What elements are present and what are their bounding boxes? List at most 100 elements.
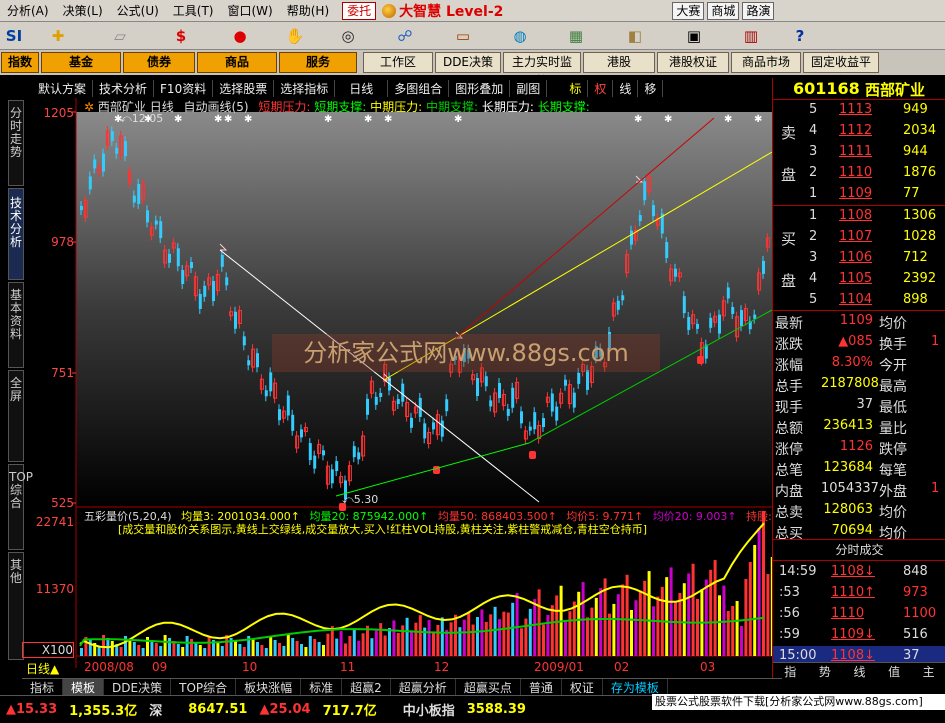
bottom-tab-3[interactable]: TOP综合 <box>171 678 237 696</box>
tab-select-stock[interactable]: 选择股票 <box>213 79 275 97</box>
sell-order-row[interactable]: 3 1111 944 <box>773 142 945 163</box>
globe-icon[interactable]: ◍ <box>492 27 548 45</box>
dollar-icon[interactable]: $ <box>152 27 210 45</box>
si-icon[interactable]: SI <box>0 27 28 45</box>
traffic-light-icon[interactable]: ● <box>210 27 270 45</box>
chart-area[interactable]: ✱ ✱ ✱ ✱ ✱ ✱ ✱ ✱ ✱ ✱ ✱ ✱ ✱ ✱ <box>24 98 772 680</box>
stat-row[interactable]: 总额 236413 量比 <box>773 416 945 437</box>
crosshair-icon[interactable]: ✚ <box>28 27 88 45</box>
sell-order-row[interactable]: 2 1110 1876 <box>773 163 945 184</box>
bottom-tab-5[interactable]: 标准 <box>301 678 343 696</box>
tab-overlay[interactable]: 图形叠加 <box>449 79 511 97</box>
menu-decision[interactable]: 决策(L) <box>56 0 110 22</box>
bond-button[interactable]: 债券 <box>123 52 195 73</box>
tab-technical[interactable]: 技术分析 <box>93 79 155 97</box>
tab-f10[interactable]: F10资料 <box>154 79 214 97</box>
stat-row[interactable]: 内盘 1054337 外盘 1 <box>773 479 945 500</box>
bottom-tab-10[interactable]: 权证 <box>562 678 603 696</box>
chart-settings-icon[interactable]: ✲ <box>84 100 94 114</box>
tab-daily[interactable]: 日线 <box>335 79 389 97</box>
sell-order-row[interactable]: 5 1113 949 <box>773 100 945 121</box>
vtab-fullscreen[interactable]: 全屏 <box>8 370 24 462</box>
tab-subchart[interactable]: 副图 <box>510 79 548 97</box>
menu-tools[interactable]: 工具(T) <box>166 0 221 22</box>
network-icon[interactable]: ☍ <box>376 27 434 45</box>
bottom-tab-6[interactable]: 超赢2 <box>342 678 391 696</box>
service-button[interactable]: 服务 <box>279 52 357 73</box>
tick-row[interactable]: :53 1110↑ 973 <box>773 583 945 604</box>
car-icon[interactable]: ▭ <box>434 27 492 45</box>
panel-icon-value[interactable]: 值 <box>888 663 900 679</box>
tab-line-icon[interactable]: 线 <box>613 79 639 97</box>
tick-title[interactable]: 分时成交 <box>773 539 945 561</box>
help-icon[interactable]: ? <box>780 27 820 45</box>
tick-row[interactable]: 14:59 1108↓ 848 <box>773 562 945 583</box>
binoculars-icon[interactable]: ◎ <box>320 27 376 45</box>
buy-order-row[interactable]: 3 1106 712 <box>773 248 945 269</box>
tab-multi-chart[interactable]: 多图组合 <box>388 79 450 97</box>
cube-icon[interactable]: ◧ <box>604 27 666 45</box>
tab-mark-icon[interactable]: 标 <box>563 79 589 97</box>
hk-stock-button[interactable]: 港股 <box>583 52 655 73</box>
tick-row[interactable]: :56 1110 1100 <box>773 604 945 625</box>
window-icon[interactable]: ▣ <box>666 27 722 45</box>
ad-banner[interactable]: 股票公式股票软件下载[分析家公式网www.88gs.com] <box>652 694 945 710</box>
tick-row[interactable]: :59 1109↓ 516 <box>773 625 945 646</box>
stat-row[interactable]: 涨幅 8.30% 今开 <box>773 353 945 374</box>
fund-button[interactable]: 基金 <box>41 52 121 73</box>
bottom-tab-11[interactable]: 存为模板 <box>603 678 668 696</box>
stat-row[interactable]: 涨停 1126 跌停 <box>773 437 945 458</box>
stat-row[interactable]: 总手 2187808 最高 <box>773 374 945 395</box>
bottom-tab-1[interactable]: 模板 <box>63 678 105 696</box>
panel-icon-trend[interactable]: 势 <box>819 663 831 679</box>
bottom-tab-8[interactable]: 超赢买点 <box>456 678 521 696</box>
vtab-technical[interactable]: 技术分析 <box>8 188 24 280</box>
tab-rights-icon[interactable]: 权 <box>588 79 614 97</box>
menu-window[interactable]: 窗口(W) <box>221 0 280 22</box>
ruler-icon[interactable]: ▱ <box>88 27 152 45</box>
tab-move-icon[interactable]: 移 <box>638 79 664 97</box>
stat-row[interactable]: 涨跌 ▲085 换手 1 <box>773 332 945 353</box>
panel-icon-main[interactable]: 主 <box>923 663 935 679</box>
panel-icon-line[interactable]: 线 <box>853 663 865 679</box>
indicator-name[interactable]: 自动画线(5) <box>184 100 249 114</box>
index-button[interactable]: 指数 <box>1 52 39 73</box>
hk-warrant-button[interactable]: 港股权证 <box>657 52 729 73</box>
weituo-button[interactable]: 委托 <box>342 1 377 20</box>
mall-button[interactable]: 商城 <box>707 1 740 20</box>
sell-order-row[interactable]: 1 1109 77 <box>773 184 945 205</box>
contest-button[interactable]: 大赛 <box>672 1 705 20</box>
buy-order-row[interactable]: 1 1108 1306 <box>773 206 945 227</box>
menu-formula[interactable]: 公式(U) <box>110 0 166 22</box>
handshake-icon[interactable]: ✋ <box>270 27 320 45</box>
dde-button[interactable]: DDE决策 <box>435 52 501 73</box>
tab-select-indicator[interactable]: 选择指标 <box>274 79 336 97</box>
books-icon[interactable]: ▥ <box>722 27 780 45</box>
bottom-tab-7[interactable]: 超赢分析 <box>391 678 456 696</box>
menu-analysis[interactable]: 分析(A) <box>0 0 56 22</box>
main-monitor-button[interactable]: 主力实时监控 <box>503 52 581 88</box>
workspace-button[interactable]: 工作区 <box>363 52 433 73</box>
bottom-tab-2[interactable]: DDE决策 <box>104 678 172 696</box>
sell-order-row[interactable]: 4 1112 2034 <box>773 121 945 142</box>
buy-order-row[interactable]: 2 1107 1028 <box>773 227 945 248</box>
period-indicator[interactable]: 日线▲ <box>26 660 59 677</box>
panel-icon-index[interactable]: 指 <box>784 663 796 679</box>
buy-order-row[interactable]: 4 1105 2392 <box>773 269 945 290</box>
fixed-income-button[interactable]: 固定收益平台 <box>803 52 879 88</box>
grid-icon[interactable]: ▦ <box>548 27 604 45</box>
bottom-tab-4[interactable]: 板块涨幅 <box>236 678 302 696</box>
commodity-market-button[interactable]: 商品市场 <box>731 52 801 73</box>
stat-row[interactable]: 现手 37 最低 <box>773 395 945 416</box>
tab-default-scheme[interactable]: 默认方案 <box>24 79 94 97</box>
commodity-button[interactable]: 商品 <box>197 52 277 73</box>
bottom-tab-9[interactable]: 普通 <box>521 678 562 696</box>
stat-row[interactable]: 总笔 123684 每笔 <box>773 458 945 479</box>
stat-row[interactable]: 最新 1109 均价 <box>773 311 945 332</box>
bottom-tab-0[interactable]: 指标 <box>22 678 64 696</box>
stat-row[interactable]: 总卖 128063 均价 <box>773 500 945 521</box>
menu-help[interactable]: 帮助(H) <box>280 0 336 22</box>
vtab-fundamental[interactable]: 基本资料 <box>8 282 24 368</box>
buy-order-row[interactable]: 5 1104 898 <box>773 290 945 311</box>
roadshow-button[interactable]: 路演 <box>742 1 775 20</box>
